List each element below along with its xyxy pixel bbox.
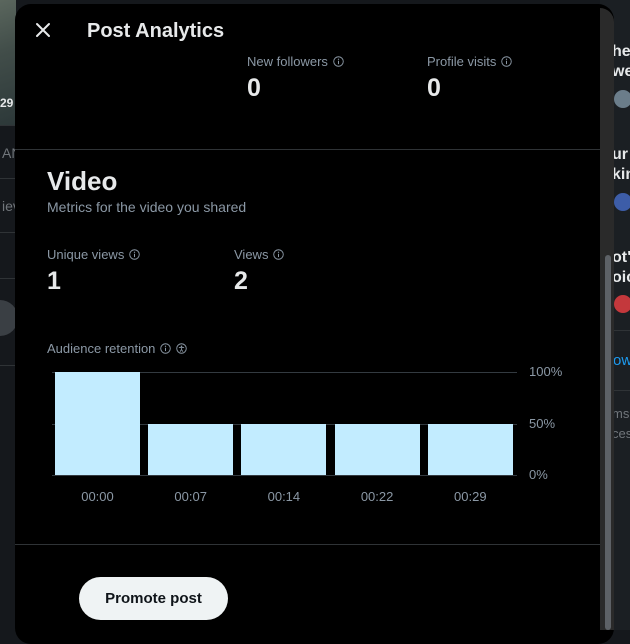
background-avatar [614, 90, 630, 108]
background-avatar [614, 295, 630, 313]
chart-bar[interactable] [427, 423, 513, 475]
background-footer-text: ms [612, 406, 630, 421]
metric-value: 1 [47, 267, 61, 295]
metric-value: 0 [427, 74, 441, 102]
background-trend-text: kin [612, 166, 630, 183]
background-divider [0, 178, 16, 179]
background-avatar [614, 193, 630, 211]
post-analytics-modal: Post Analytics New followers 0 Profile v… [15, 4, 614, 644]
section-divider [15, 149, 600, 150]
scrollbar-thumb[interactable] [605, 255, 611, 630]
chart-y-tick: 50% [529, 415, 556, 431]
metric-label: Profile visits [427, 54, 497, 69]
background-divider [0, 365, 16, 366]
audience-retention-header: Audience retention [47, 341, 188, 356]
audience-retention-label: Audience retention [47, 341, 156, 356]
background-trend-text: oic [612, 269, 630, 286]
promote-post-button[interactable]: Promote post [79, 577, 228, 620]
close-icon [36, 23, 50, 37]
chart-y-tick: 100% [529, 364, 563, 379]
background-divider [0, 278, 16, 279]
chart-bar[interactable] [55, 372, 140, 475]
metric-label: Views [234, 247, 269, 262]
video-section-title: Video [47, 166, 118, 196]
metric-label: Unique views [47, 247, 125, 262]
chart-bar[interactable] [148, 423, 234, 475]
metric-profile-visits: Profile visits 0 [427, 54, 513, 103]
chart-bar[interactable] [241, 423, 327, 475]
chart-y-tick: 0% [529, 467, 548, 482]
info-icon[interactable] [160, 343, 172, 354]
close-button[interactable] [27, 14, 59, 46]
background-count: 29 [0, 96, 14, 110]
metric-value: 2 [234, 267, 248, 295]
chart-x-tick: 00:14 [267, 489, 301, 504]
video-section-subtitle: Metrics for the video you shared [47, 199, 247, 215]
chart-x-tick: 00:07 [174, 489, 207, 504]
metric-views: Views 2 [234, 247, 285, 296]
background-footer-text: ces [612, 426, 630, 441]
background-trend-text: ot" [612, 249, 630, 266]
chart-gridline [52, 475, 517, 476]
metric-label: New followers [247, 54, 328, 69]
chart-bar[interactable] [334, 423, 420, 475]
modal-title: Post Analytics [87, 20, 225, 42]
info-icon[interactable] [501, 56, 513, 67]
background-trend-text: hel [612, 43, 630, 60]
section-divider [15, 544, 600, 545]
chart-x-tick: 00:22 [360, 489, 394, 504]
background-divider [0, 232, 16, 233]
background-trend-text: ur [612, 146, 628, 163]
info-icon[interactable] [129, 249, 141, 260]
metric-new-followers: New followers 0 [247, 54, 344, 103]
metric-unique-views: Unique views 1 [47, 247, 141, 296]
chart-x-tick: 00:29 [454, 489, 487, 504]
background-divider [0, 125, 16, 126]
chart-x-tick: 00:00 [81, 489, 114, 504]
accessibility-icon[interactable] [176, 343, 188, 354]
info-icon[interactable] [333, 56, 344, 67]
metric-value: 0 [247, 74, 261, 102]
background-show-more-link[interactable]: ow [613, 352, 630, 369]
audience-retention-chart: 100% 50% 0% 00:00 00:07 00:14 00:22 00:29 [15, 359, 600, 509]
info-icon[interactable] [273, 249, 285, 260]
background-trend-text: we [612, 63, 630, 80]
